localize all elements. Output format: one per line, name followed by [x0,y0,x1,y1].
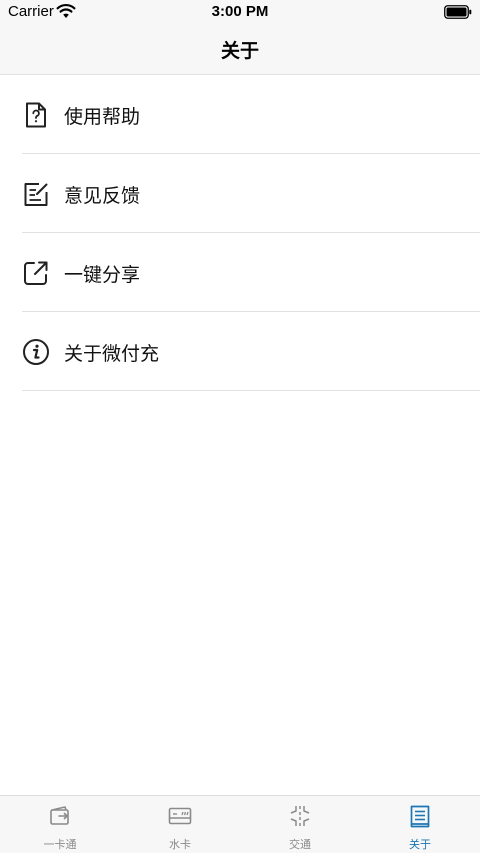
book-icon [408,804,432,828]
feedback-edit-icon [22,180,50,208]
tab-bar: 一卡通 水卡 交通 关于 [0,795,480,853]
tab-traffic[interactable]: 交通 [240,796,360,853]
help-document-icon [22,101,50,129]
tab-label: 关于 [409,838,431,851]
about-menu-list: 使用帮助 意见反馈 一键分享 关于微付充 [0,75,480,391]
menu-item-feedback[interactable]: 意见反馈 [22,154,480,233]
tab-card[interactable]: 一卡通 [0,796,120,853]
share-external-icon [22,259,50,287]
status-bar: Carrier 3:00 PM [0,0,480,24]
menu-item-label: 一键分享 [64,264,141,286]
page-title: 关于 [220,40,259,62]
menu-item-label: 使用帮助 [64,106,141,128]
card-transfer-icon [48,804,72,828]
water-card-icon [168,804,192,828]
road-icon [288,804,312,828]
info-circle-icon [22,338,50,366]
tab-water-card[interactable]: 水卡 [120,796,240,853]
menu-item-share[interactable]: 一键分享 [22,233,480,312]
menu-item-help[interactable]: 使用帮助 [22,75,480,154]
menu-item-about[interactable]: 关于微付充 [22,312,480,391]
tab-label: 一卡通 [43,838,77,851]
navigation-bar: 关于 [0,24,480,75]
tab-about[interactable]: 关于 [360,796,480,853]
battery-icon [444,4,472,23]
tab-label: 水卡 [169,838,191,851]
tab-label: 交通 [289,838,311,851]
menu-item-label: 关于微付充 [64,343,160,365]
status-time: 3:00 PM [211,3,269,20]
menu-item-label: 意见反馈 [64,185,141,207]
